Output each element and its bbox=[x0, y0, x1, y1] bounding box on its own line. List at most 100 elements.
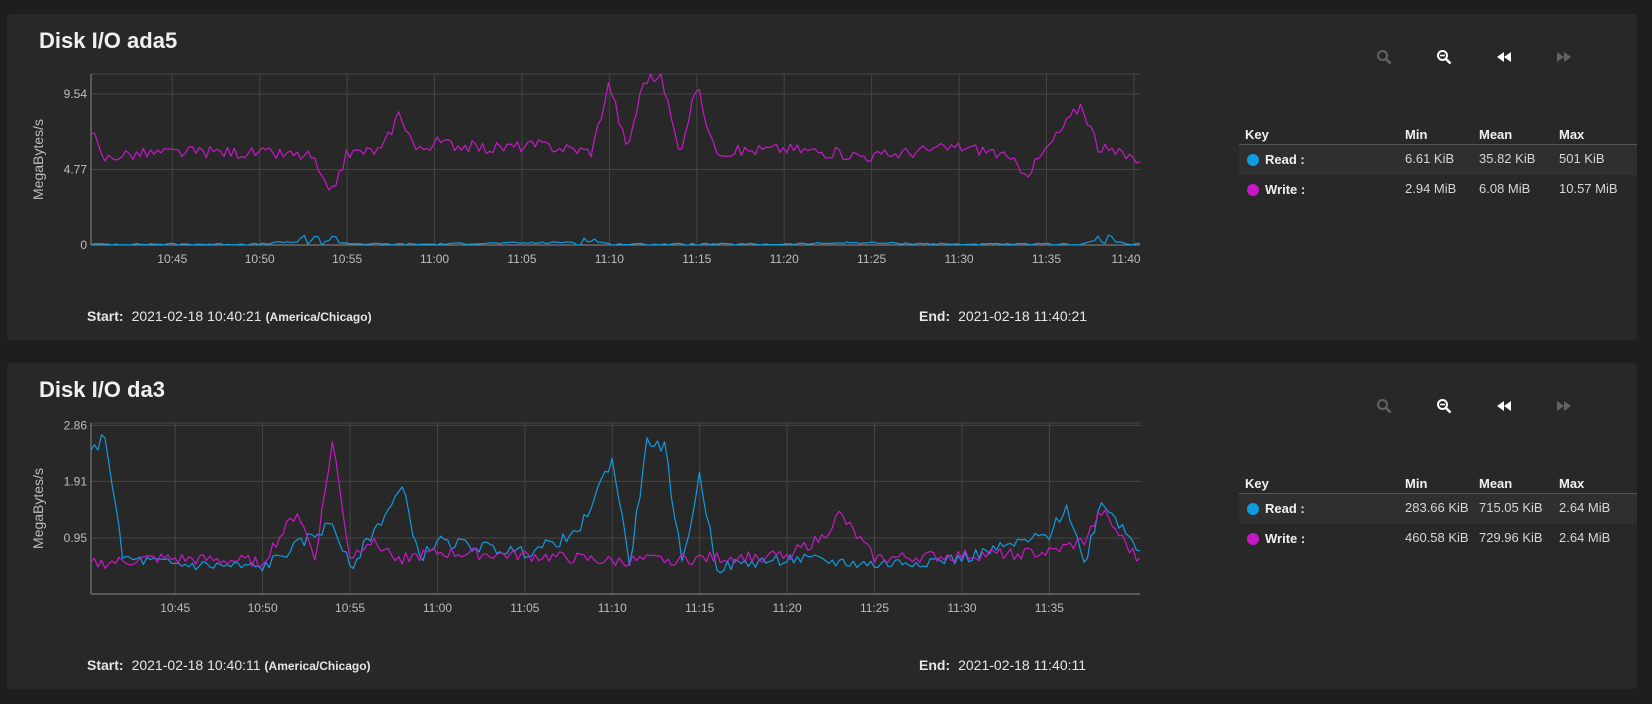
chart-legend: Key Min Mean Max Read : 283.66 KiB 715.0… bbox=[1239, 473, 1637, 554]
y-tick-label: 2.86 bbox=[64, 418, 88, 432]
zoom-in-icon bbox=[1377, 399, 1392, 414]
series-name: Read : bbox=[1265, 501, 1305, 516]
write-mean: 6.08 MiB bbox=[1479, 181, 1531, 196]
write-color-dot bbox=[1247, 184, 1259, 196]
x-tick-label: 11:15 bbox=[685, 601, 714, 615]
x-tick-label: 10:50 bbox=[248, 601, 278, 615]
x-tick-label: 11:10 bbox=[598, 601, 627, 615]
y-tick-label: 4.77 bbox=[64, 162, 88, 176]
y-axis-title: MegaBytes/s bbox=[30, 468, 46, 549]
chart-toolbar bbox=[1367, 42, 1627, 72]
y-tick-label: 9.54 bbox=[64, 87, 88, 101]
x-tick-label: 10:45 bbox=[160, 601, 190, 615]
start-label: Start: bbox=[87, 657, 124, 673]
end-label: End: bbox=[919, 308, 951, 324]
x-tick-label: 11:00 bbox=[420, 252, 449, 266]
x-tick-label: 11:00 bbox=[423, 601, 452, 615]
end-label: End: bbox=[919, 657, 951, 673]
step-back-button[interactable] bbox=[1487, 42, 1521, 72]
x-tick-label: 10:55 bbox=[335, 601, 365, 615]
end-time: End: 2021-02-18 11:40:11 bbox=[919, 657, 1086, 673]
chart-toolbar bbox=[1367, 391, 1627, 421]
read-max: 2.64 MiB bbox=[1559, 500, 1611, 515]
disk-io-line-chart: MegaBytes/s 0 4.77 9.54 10:45 10:50 10:55 11:00… bbox=[30, 73, 1141, 266]
chart-legend: Key Min Mean Max Read : 6.61 KiB 35.82 K… bbox=[1239, 124, 1637, 205]
step-forward-icon bbox=[1557, 52, 1571, 62]
y-tick-label: 1.91 bbox=[64, 474, 88, 488]
write-max: 2.64 MiB bbox=[1559, 530, 1611, 545]
read-mean: 715.05 KiB bbox=[1479, 500, 1543, 515]
legend-header-min: Min bbox=[1405, 127, 1428, 142]
zoom-out-icon bbox=[1437, 50, 1452, 65]
step-back-icon bbox=[1497, 401, 1511, 411]
legend-header-mean: Mean bbox=[1479, 476, 1513, 491]
x-tick-label: 11:40 bbox=[1111, 252, 1140, 266]
step-forward-button[interactable] bbox=[1547, 391, 1581, 421]
legend-row-read[interactable]: Read : 283.66 KiB 715.05 KiB 2.64 MiB bbox=[1239, 494, 1637, 524]
zoom-out-icon bbox=[1437, 399, 1452, 414]
write-min: 460.58 KiB bbox=[1405, 530, 1469, 545]
legend-header-key: Key bbox=[1245, 476, 1269, 491]
read-color-dot bbox=[1247, 503, 1259, 515]
legend-header-mean: Mean bbox=[1479, 127, 1513, 142]
timezone: (America/Chicago) bbox=[265, 310, 372, 324]
legend-row-write[interactable]: Write : 2.94 MiB 6.08 MiB 10.57 MiB bbox=[1239, 175, 1637, 205]
zoom-in-button[interactable] bbox=[1367, 42, 1401, 72]
start-value: 2021-02-18 10:40:11 bbox=[131, 657, 261, 673]
read-min: 6.61 KiB bbox=[1405, 151, 1455, 166]
step-forward-icon bbox=[1557, 401, 1571, 411]
legend-header-min: Min bbox=[1405, 476, 1428, 491]
x-tick-label: 10:45 bbox=[157, 252, 187, 266]
disk-io-line-chart: MegaBytes/s 0.95 1.91 2.86 10:45 10:50 10:55 11… bbox=[30, 418, 1141, 615]
disk-io-card-da3: Disk I/O da3 MegaBytes/s 0.95 1.91 2.86 10:4… bbox=[7, 363, 1637, 689]
x-tick-label: 11:30 bbox=[944, 252, 973, 266]
start-label: Start: bbox=[87, 308, 124, 324]
y-axis-title: MegaBytes/s bbox=[30, 119, 46, 200]
x-tick-label: 11:30 bbox=[947, 601, 976, 615]
read-min: 283.66 KiB bbox=[1405, 500, 1469, 515]
write-mean: 729.96 KiB bbox=[1479, 530, 1543, 545]
disk-io-card-ada5: Disk I/O ada5 MegaBytes/s 0 4.77 9.54 10:45 1… bbox=[7, 14, 1637, 340]
end-value: 2021-02-18 11:40:21 bbox=[958, 308, 1088, 324]
legend-header: Key Min Mean Max bbox=[1239, 124, 1637, 145]
zoom-in-icon bbox=[1377, 50, 1392, 65]
x-tick-label: 11:15 bbox=[682, 252, 711, 266]
x-tick-label: 10:55 bbox=[332, 252, 362, 266]
x-tick-label: 11:35 bbox=[1032, 252, 1061, 266]
x-tick-label: 11:05 bbox=[507, 252, 536, 266]
step-back-button[interactable] bbox=[1487, 391, 1521, 421]
x-tick-label: 11:20 bbox=[770, 252, 799, 266]
x-tick-label: 11:20 bbox=[773, 601, 802, 615]
start-time: Start: 2021-02-18 10:40:21 (America/Chicag… bbox=[87, 308, 372, 324]
legend-header-max: Max bbox=[1559, 127, 1585, 142]
read-color-dot bbox=[1247, 154, 1259, 166]
series-name: Write : bbox=[1265, 182, 1306, 197]
zoom-in-button[interactable] bbox=[1367, 391, 1401, 421]
series-name: Read : bbox=[1265, 152, 1305, 167]
series-line-read bbox=[90, 234, 1141, 246]
legend-row-read[interactable]: Read : 6.61 KiB 35.82 KiB 501 KiB bbox=[1239, 145, 1637, 175]
read-max: 501 KiB bbox=[1559, 151, 1605, 166]
x-tick-label: 11:35 bbox=[1035, 601, 1064, 615]
end-value: 2021-02-18 11:40:11 bbox=[958, 657, 1087, 673]
timezone: (America/Chicago) bbox=[264, 659, 371, 673]
y-tick-label: 0 bbox=[80, 238, 87, 252]
zoom-out-button[interactable] bbox=[1427, 42, 1461, 72]
series-line-write bbox=[91, 73, 1141, 191]
legend-header: Key Min Mean Max bbox=[1239, 473, 1637, 494]
read-mean: 35.82 KiB bbox=[1479, 151, 1536, 166]
write-min: 2.94 MiB bbox=[1405, 181, 1457, 196]
legend-row-write[interactable]: Write : 460.58 KiB 729.96 KiB 2.64 MiB bbox=[1239, 524, 1637, 554]
write-color-dot bbox=[1247, 533, 1259, 545]
y-tick-label: 0.95 bbox=[64, 531, 88, 545]
x-tick-label: 11:05 bbox=[510, 601, 539, 615]
x-tick-label: 11:25 bbox=[857, 252, 886, 266]
zoom-out-button[interactable] bbox=[1427, 391, 1461, 421]
x-tick-label: 10:50 bbox=[245, 252, 275, 266]
step-back-icon bbox=[1497, 52, 1511, 62]
end-time: End: 2021-02-18 11:40:21 bbox=[919, 308, 1087, 324]
step-forward-button[interactable] bbox=[1547, 42, 1581, 72]
start-time: Start: 2021-02-18 10:40:11 (America/Chicag… bbox=[87, 657, 371, 673]
write-max: 10.57 MiB bbox=[1559, 181, 1618, 196]
legend-header-max: Max bbox=[1559, 476, 1585, 491]
